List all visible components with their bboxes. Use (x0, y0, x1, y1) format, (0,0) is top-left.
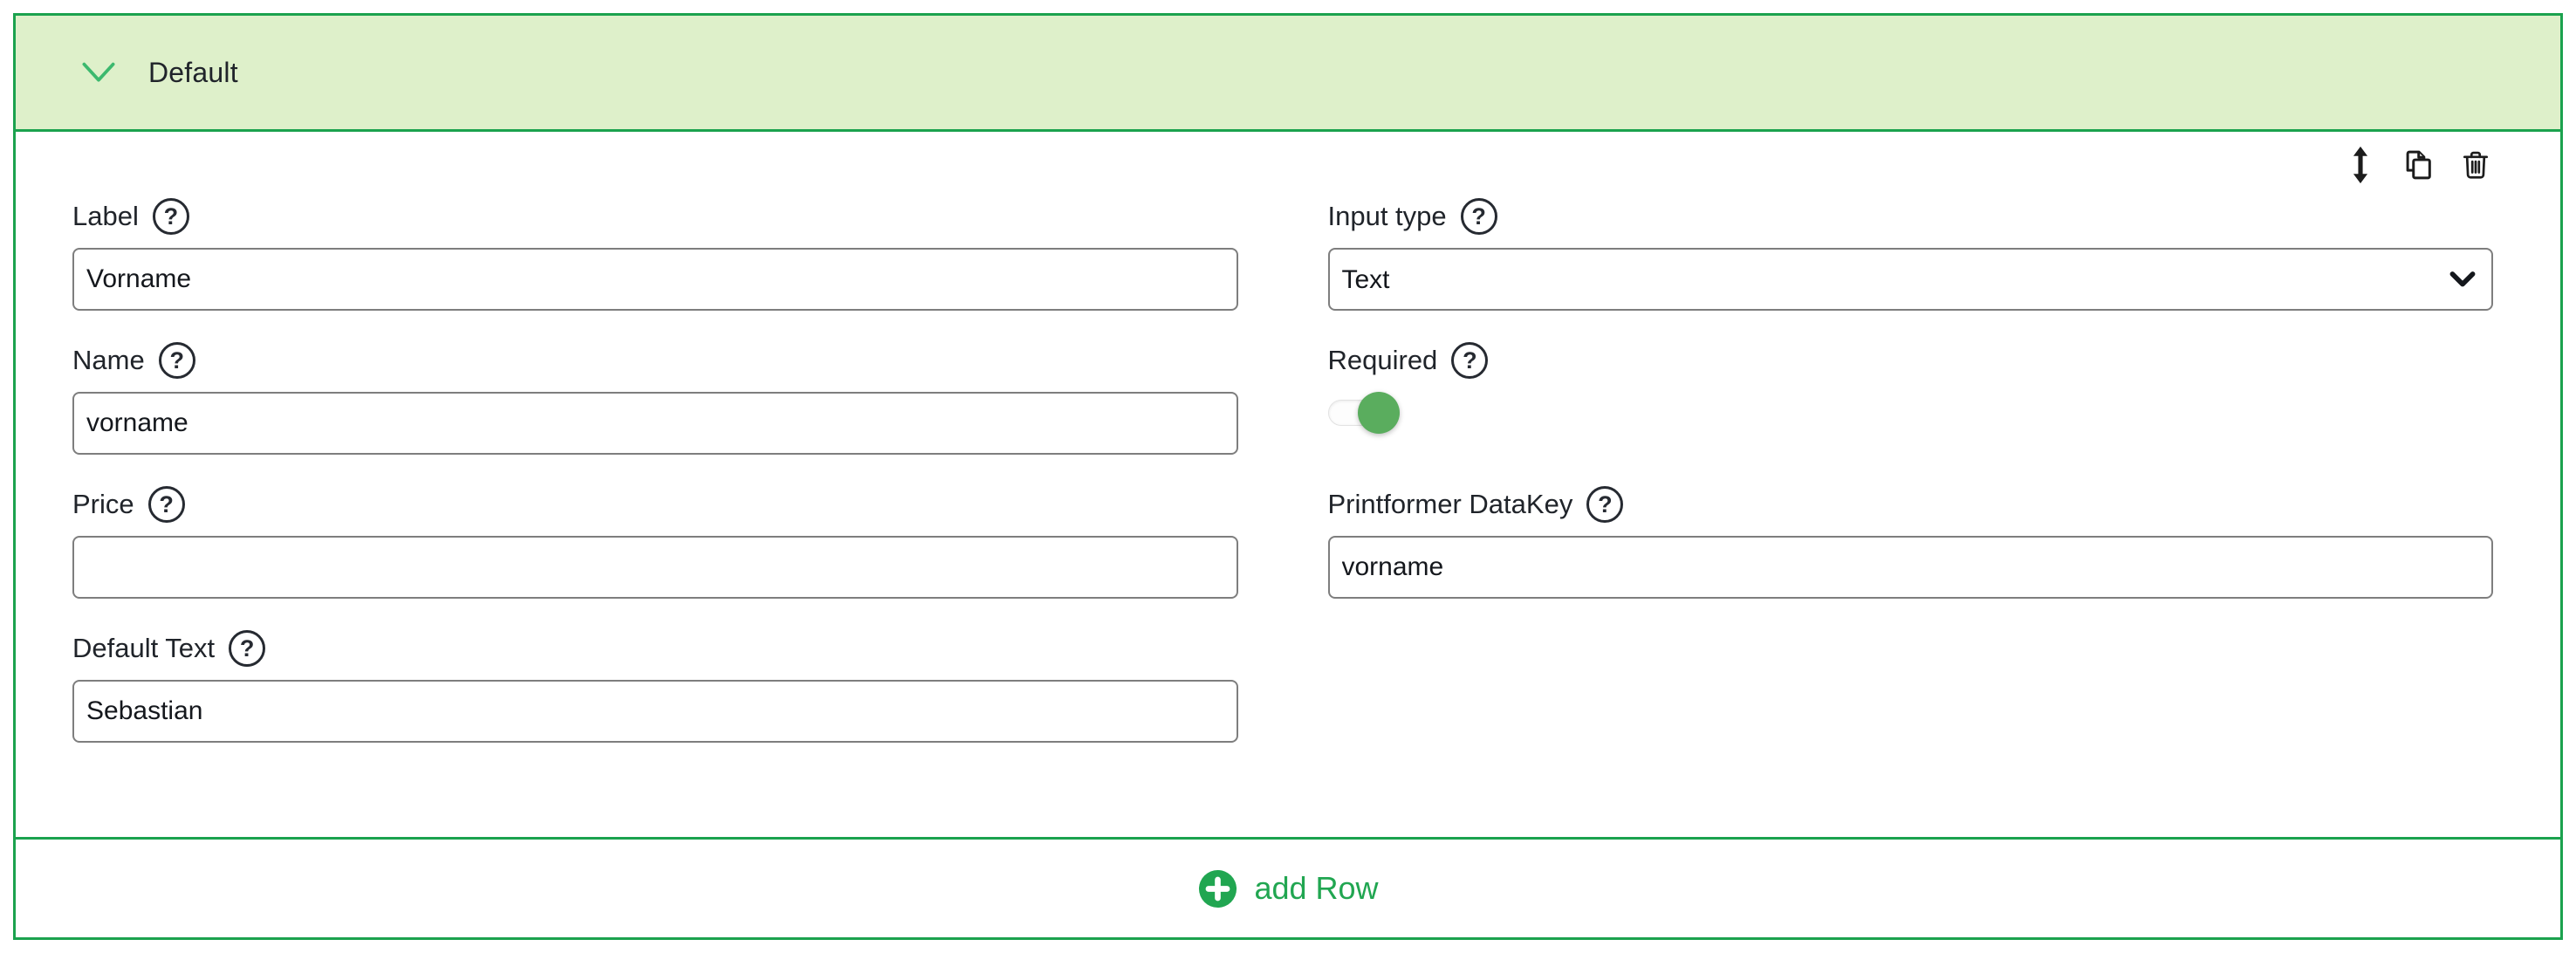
field-price: Price ? (72, 485, 1238, 599)
label-field-label: Label (72, 201, 139, 232)
help-icon[interactable]: ? (1461, 198, 1497, 235)
help-icon[interactable]: ? (159, 342, 195, 379)
help-icon[interactable]: ? (229, 630, 265, 667)
empty-cell (1328, 629, 2494, 743)
toggle-knob (1358, 392, 1400, 434)
field-required: Required ? (1328, 341, 2494, 455)
row-toolbar (2342, 146, 2494, 184)
section-header[interactable]: Default (16, 16, 2560, 132)
field-default-text: Default Text ? (72, 629, 1238, 743)
question-glyph: ? (1598, 493, 1613, 517)
help-icon[interactable]: ? (153, 198, 189, 235)
duplicate-icon (2400, 146, 2436, 184)
help-icon[interactable]: ? (1586, 486, 1623, 523)
question-glyph: ? (169, 349, 184, 373)
help-icon[interactable]: ? (1451, 342, 1488, 379)
input-type-select[interactable]: Text (1328, 248, 2494, 311)
copy-row-button[interactable] (2400, 146, 2436, 184)
chevron-down-icon[interactable] (80, 61, 117, 84)
section-title: Default (148, 57, 238, 89)
arrows-up-down-icon (2349, 146, 2372, 184)
label-input[interactable] (72, 248, 1238, 311)
name-field-label: Name (72, 345, 145, 376)
delete-row-button[interactable] (2457, 146, 2494, 184)
printformer-datakey-field-label: Printformer DataKey (1328, 489, 1573, 520)
price-input[interactable] (72, 536, 1238, 599)
required-field-label: Required (1328, 345, 1438, 376)
printformer-datakey-input[interactable] (1328, 536, 2494, 599)
form-grid: Label ? Input type ? (72, 197, 2493, 773)
name-input[interactable] (72, 392, 1238, 455)
field-input-type: Input type ? Text (1328, 197, 2494, 311)
form-row-card: Default (13, 13, 2563, 940)
question-glyph: ? (1471, 205, 1486, 229)
trash-icon (2459, 146, 2492, 184)
price-field-label: Price (72, 489, 134, 520)
section-body: Label ? Input type ? (16, 132, 2560, 837)
field-name: Name ? (72, 341, 1238, 455)
default-text-field-label: Default Text (72, 633, 215, 664)
field-label: Label ? (72, 197, 1238, 311)
add-row-button[interactable]: add Row (1197, 868, 1378, 909)
add-row-label: add Row (1254, 870, 1378, 907)
question-glyph: ? (240, 637, 255, 661)
field-printformer-datakey: Printformer DataKey ? (1328, 485, 2494, 599)
required-toggle[interactable] (1328, 392, 1400, 434)
move-row-button[interactable] (2342, 146, 2379, 184)
question-glyph: ? (159, 493, 174, 517)
card-footer: add Row (16, 837, 2560, 937)
question-glyph: ? (1463, 349, 1477, 373)
help-icon[interactable]: ? (148, 486, 185, 523)
input-type-field-label: Input type (1328, 201, 1447, 232)
plus-circle-icon (1197, 868, 1238, 909)
default-text-input[interactable] (72, 680, 1238, 743)
question-glyph: ? (164, 205, 179, 229)
